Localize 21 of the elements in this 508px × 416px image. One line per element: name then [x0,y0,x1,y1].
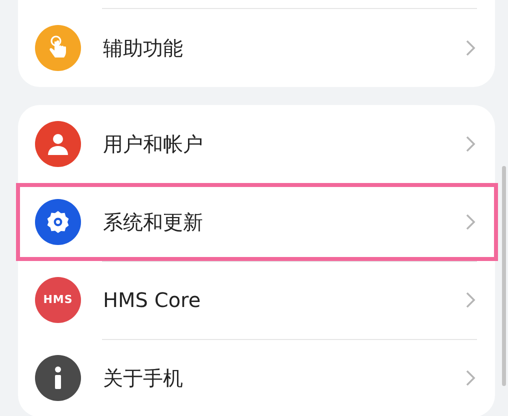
settings-row[interactable]: 系统和更新 [18,183,495,261]
chevron-icon [465,291,477,309]
logo-icon: HMS [35,277,81,323]
hand-icon [35,25,81,71]
settings-row[interactable]: 关于手机 [18,339,495,416]
chevron-icon [465,369,477,387]
chevron-icon [465,213,477,231]
person-icon [35,121,81,167]
settings-row[interactable]: 用户和帐户 [18,105,495,183]
row-label: 关于手机 [103,365,184,392]
info-icon [35,355,81,401]
chevron-icon [465,39,477,57]
settings-icon [35,199,81,245]
chevron-icon [465,135,477,153]
row-label: 用户和帐户 [103,131,204,158]
settings-row[interactable]: 辅助功能 [18,9,495,87]
row-label: 辅助功能 [103,35,184,62]
settings-row[interactable]: HMS HMS Core [18,261,495,339]
row-label: 系统和更新 [103,209,204,236]
row-label: HMS Core [103,287,202,314]
scrollbar[interactable] [502,166,506,386]
